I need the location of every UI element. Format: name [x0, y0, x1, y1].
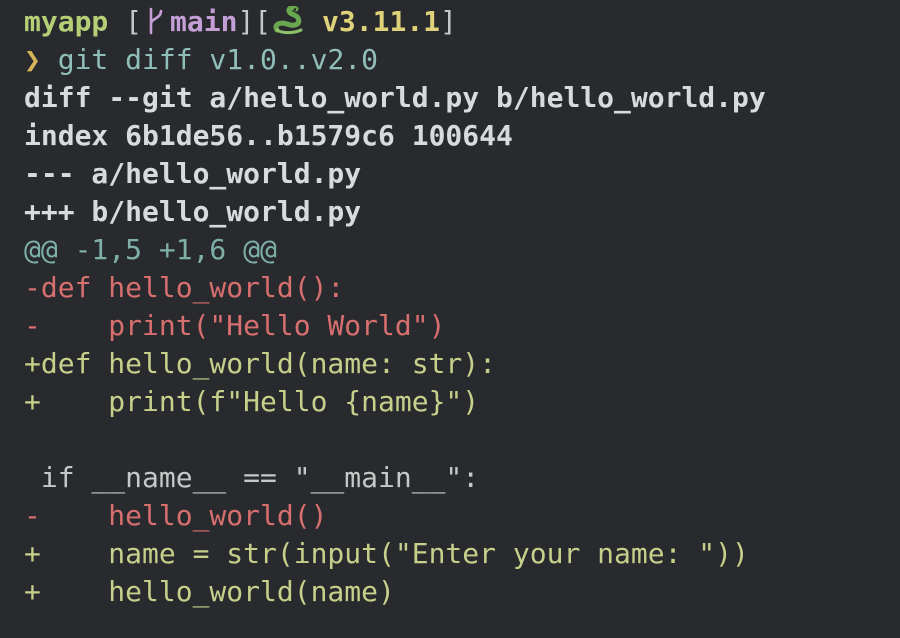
shell-prompt-line: myapp [ main][ v3.11.1]	[24, 3, 900, 41]
diff-line-added: + name = str(input("Enter your name: "))	[24, 537, 749, 570]
terminal-window[interactable]: myapp [ main][ v3.11.1] ❯ git diff v1.0..…	[0, 0, 900, 638]
repo-name: myapp	[24, 5, 109, 38]
command-text: git diff v1.0..v2.0	[57, 43, 379, 76]
old-file-header-line: --- a/hello_world.py	[24, 157, 362, 190]
prompt-bracket-mid: ][	[237, 5, 272, 38]
python-version: v3.11.1	[322, 5, 441, 38]
prompt-bracket-close: ]	[440, 5, 457, 38]
branch-name: main	[170, 5, 238, 38]
diff-line-added: + print(f"Hello {name}")	[24, 385, 480, 418]
python-snake-icon	[273, 6, 303, 35]
new-file-header-line: +++ b/hello_world.py	[24, 195, 362, 228]
prompt-bracket-open: [	[125, 5, 143, 38]
diff-header-line: diff --git a/hello_world.py b/hello_worl…	[24, 81, 766, 114]
index-header-line: index 6b1de56..b1579c6 100644	[24, 119, 513, 152]
diff-line-context: if __name__ == "__main__":	[24, 461, 480, 494]
diff-line-added: +def hello_world(name: str):	[24, 347, 497, 380]
diff-line-context	[24, 421, 900, 459]
diff-line-added: + hello_world(name)	[24, 575, 395, 608]
git-branch-icon	[149, 7, 163, 35]
diff-line-removed: -def hello_world():	[24, 271, 345, 304]
command-line: ❯ git diff v1.0..v2.0	[24, 41, 900, 79]
prompt-arrow-icon: ❯	[24, 43, 41, 76]
diff-line-removed: - print("Hello World")	[24, 309, 446, 342]
diff-line-removed: - hello_world()	[24, 499, 328, 532]
hunk-header: @@ -1,5 +1,6 @@	[24, 233, 277, 266]
